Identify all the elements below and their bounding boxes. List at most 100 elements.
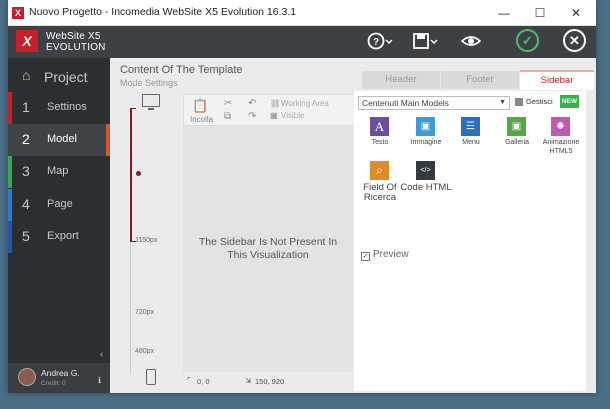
undo-icon[interactable]: ↶: [248, 98, 256, 109]
sidebar-item-number: 4: [22, 196, 30, 212]
close-window-button[interactable]: ✕: [558, 0, 594, 26]
nav-color-bar: [8, 156, 12, 188]
models-select[interactable]: Centenuti Main Models ▼: [358, 96, 510, 110]
redo-icon[interactable]: ↷: [248, 111, 256, 122]
object-gallery[interactable]: ▣ Galleria: [495, 117, 539, 159]
canvas-message: The Sidebar Is Not Present In This Visua…: [183, 236, 353, 262]
object-text[interactable]: A Testo: [358, 117, 402, 159]
minimize-button[interactable]: —: [486, 0, 522, 26]
sidebar-item-model[interactable]: 2 Model: [8, 124, 110, 156]
save-icon[interactable]: [410, 30, 440, 54]
object-label: Code HTML: [400, 182, 452, 193]
search-object-icon: ⌕: [370, 161, 389, 180]
grid-icon[interactable]: ▦: [270, 111, 278, 120]
sidebar-item-page[interactable]: 4 Page: [8, 189, 110, 221]
sidebar-item-label: Model: [47, 133, 77, 145]
preview-label: Preview: [373, 249, 409, 260]
object-menu[interactable]: ☰ Menu: [449, 117, 493, 159]
copy-icon[interactable]: ⧉: [224, 111, 231, 122]
template-canvas[interactable]: The Sidebar Is Not Present In This Visua…: [183, 126, 353, 372]
image-object-icon: ▣: [416, 117, 435, 136]
ruler-label-720: 720px: [135, 309, 155, 316]
object-html-code[interactable]: </> Code HTML: [400, 161, 452, 203]
sidebar-item-map[interactable]: 3 Map: [8, 156, 110, 188]
maximize-button[interactable]: ☐: [522, 0, 558, 26]
object-label: Testo: [371, 139, 389, 146]
sidebar-item-number: 2: [22, 131, 30, 147]
status-bar: ⌜ 0, 0 ⇲ 150, 920: [183, 374, 358, 388]
window-title: Nuovo Progetto - Incomedia WebSite X5 Ev…: [29, 6, 297, 18]
sidebar-item-label: Map: [47, 165, 69, 177]
position-icon: ⌜: [187, 376, 191, 385]
tab-header[interactable]: Header: [362, 71, 440, 89]
tab-footer[interactable]: Footer: [441, 71, 519, 89]
info-icon[interactable]: ℹ: [98, 376, 101, 385]
svg-text:?: ?: [373, 37, 379, 48]
canvas-message-line1: The Sidebar Is Not Present In: [198, 236, 338, 248]
page-subtitle: Mode Settings: [120, 78, 178, 88]
models-select-value: Centenuti Main Models: [362, 98, 449, 108]
app-header: X WebSite X5 EVOLUTION ? ✓ ✕: [8, 26, 596, 58]
sidebar-item-export[interactable]: 5 Export: [8, 221, 110, 253]
logo-text: WebSite X5 EVOLUTION: [46, 31, 106, 53]
object-search[interactable]: ⌕ Field Of Ricerca: [358, 161, 402, 203]
app-icon: X: [12, 7, 24, 19]
tab-sidebar[interactable]: Sidebar: [520, 70, 594, 90]
nav-color-bar: [8, 221, 12, 253]
size-icon: ⇲: [245, 376, 252, 385]
page-title: Content Of The Template: [120, 64, 243, 76]
logo-icon: X: [16, 30, 38, 52]
close-project-icon[interactable]: ✕: [563, 29, 586, 52]
manage-icon: [515, 98, 523, 106]
sidebar-item-number: 3: [22, 163, 30, 179]
animation-object-icon: ✺: [551, 117, 570, 136]
link-icon[interactable]: ⛓: [270, 99, 280, 108]
title-bar: X Nuovo Progetto - Incomedia WebSite X5 …: [8, 0, 596, 26]
phone-icon[interactable]: [146, 369, 156, 385]
nav-color-bar: [8, 92, 12, 124]
avatar[interactable]: [18, 368, 36, 386]
objects-panel: Centenuti Main Models ▼ Gestisci NEW A T…: [354, 91, 586, 391]
sidebar-item-label: Export: [47, 230, 79, 242]
preview-checkbox[interactable]: ✓ Preview: [361, 249, 409, 261]
preview-eye-icon[interactable]: [459, 30, 483, 54]
manage-button[interactable]: Gestisci: [526, 97, 553, 106]
ruler-active-line: [130, 108, 132, 241]
gallery-object-icon: ▣: [507, 117, 526, 136]
position-readout: 0, 0: [197, 377, 210, 386]
ruler-handle[interactable]: [136, 171, 141, 176]
object-label: Menu: [462, 139, 480, 146]
home-icon: ⌂: [22, 67, 31, 83]
user-panel: Andrea G. Credit: 0 ℹ: [8, 363, 110, 393]
text-object-icon: A: [370, 117, 389, 136]
left-sidebar: ⌂ Project 1 Settinos 2 Model 3 Map 4 Pag…: [8, 58, 110, 393]
help-icon[interactable]: ?: [365, 30, 395, 54]
code-object-icon: </>: [416, 161, 435, 180]
visible-label[interactable]: Visible: [281, 111, 304, 120]
paste-icon[interactable]: 📋: [192, 98, 208, 114]
sidebar-item-settings[interactable]: 1 Settinos: [8, 92, 110, 124]
ruler-tick: [130, 108, 136, 109]
paste-label[interactable]: Incolla: [190, 115, 213, 124]
cut-icon[interactable]: ✂: [224, 98, 232, 109]
sidebar-item-project[interactable]: ⌂ Project: [8, 60, 110, 94]
working-area-label[interactable]: Working Area: [281, 99, 329, 108]
ruler-label-480: 480px: [135, 348, 155, 355]
logo-line2: EVOLUTION: [46, 42, 106, 53]
confirm-check-icon[interactable]: ✓: [516, 29, 539, 52]
edit-toolbar: 📋 Incolla ✂ ⧉ ↶ ↷ ⛓ Working Area ▦ Visib…: [183, 94, 358, 126]
nav-color-bar: [8, 189, 12, 221]
ruler-label-1150: 1150px: [135, 237, 158, 244]
chevron-down-icon: ▼: [499, 99, 506, 106]
object-animation[interactable]: ✺ Animazione HTML5: [539, 117, 583, 159]
object-image[interactable]: ▣ Immagine: [404, 117, 448, 159]
sidebar-item-label: Settinos: [47, 101, 87, 113]
collapse-chevron-icon[interactable]: ‹: [100, 349, 103, 360]
main-area: Content Of The Template Mode Settings 11…: [110, 58, 596, 393]
monitor-icon[interactable]: [142, 94, 160, 110]
logo-line1: WebSite X5: [46, 31, 101, 42]
checkbox-icon: ✓: [361, 252, 370, 261]
canvas-message-line2: This Visualization: [227, 249, 309, 261]
new-badge: NEW: [560, 95, 579, 108]
object-label: Animazione HTML5: [542, 139, 580, 155]
